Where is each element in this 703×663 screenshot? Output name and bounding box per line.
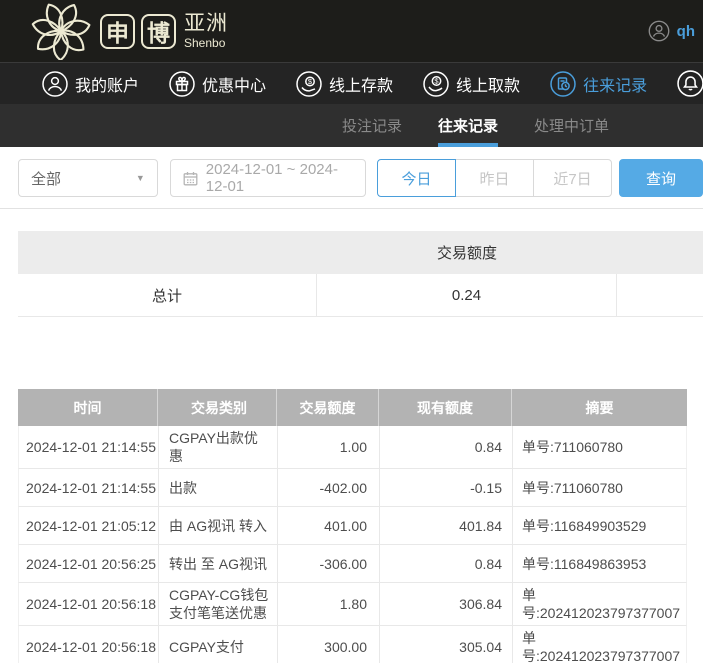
withdraw-icon: $ [423,71,449,97]
calendar-icon [183,171,198,186]
cell-balance: -0.15 [380,469,513,506]
last7days-button[interactable]: 近7日 [533,159,612,197]
summary-total-label: 总计 [18,274,317,316]
cell-balance: 0.84 [380,426,513,468]
cell-time: 2024-12-01 21:14:55 [19,426,159,468]
summary-total-value: 0.24 [317,274,617,316]
cell-time: 2024-12-01 20:56:25 [19,545,159,582]
cell-summary: 单号:116849903529 [513,507,686,544]
today-button[interactable]: 今日 [377,159,456,197]
notification-bell-icon[interactable] [677,70,703,97]
nav-item-label: 往来记录 [583,72,647,96]
cell-amount: 1.00 [278,426,380,468]
cell-time: 2024-12-01 20:56:18 [19,583,159,625]
table-header-row: 时间 交易类别 交易额度 现有额度 摘要 [18,389,687,426]
nav-item-label: 我的账户 [75,72,139,96]
cell-summary: 单号:711060780 [513,426,686,468]
brand-logo: 申 博 亚洲 Shenbo [28,2,228,60]
brand-char-bo: 博 [141,14,176,49]
nav-item-deposit[interactable]: $ 线上存款 [296,71,393,97]
cell-balance: 401.84 [380,507,513,544]
cell-summary: 单号:202412023797377007 [513,626,686,663]
cell-type: CGPAY出款优惠 [159,426,278,468]
cell-time: 2024-12-01 20:56:18 [19,626,159,663]
tab-processing-orders[interactable]: 处理中订单 [534,104,609,147]
filter-bar: 全部 ▼ 2024-12-01 ~ 2024-12-01 今日 昨日 近7日 查… [0,147,703,209]
cell-summary: 单号:711060780 [513,469,686,506]
account-icon [42,71,68,97]
cell-time: 2024-12-01 21:14:55 [19,469,159,506]
quick-range-group: 今日 昨日 近7日 [377,159,612,197]
nav-item-label: 线上取款 [456,72,520,96]
nav-item-records[interactable]: 往来记录 [550,71,647,97]
nav-item-promotions[interactable]: 优惠中心 [169,71,266,97]
table-row: 2024-12-01 21:14:55 CGPAY出款优惠 1.00 0.84 … [18,426,687,469]
table-row: 2024-12-01 21:05:12 由 AG视讯 转入 401.00 401… [18,507,687,545]
summary-table: 交易额度 总计 0.24 [18,231,703,317]
cell-summary: 单号:116849863953 [513,545,686,582]
top-header: 申 博 亚洲 Shenbo qh [0,0,703,62]
cell-type: 由 AG视讯 转入 [159,507,278,544]
page: 申 博 亚洲 Shenbo qh 我的账户 [0,0,703,663]
summary-total-row: 总计 0.24 [18,274,703,317]
nav-item-withdraw[interactable]: $ 线上取款 [423,71,520,97]
summary-header-row: 交易额度 [18,231,703,274]
cell-amount: 1.80 [278,583,380,625]
date-range-input[interactable]: 2024-12-01 ~ 2024-12-01 [170,159,366,197]
gift-icon [169,71,195,97]
type-select-value: 全部 [31,168,61,189]
cell-type: 出款 [159,469,278,506]
deposit-icon: $ [296,71,322,97]
col-header-time: 时间 [18,389,158,426]
main-nav: 我的账户 优惠中心 $ 线上存款 [0,62,703,104]
transactions-table: 时间 交易类别 交易额度 现有额度 摘要 2024-12-01 21:14:55… [18,389,687,663]
cell-amount: 300.00 [278,626,380,663]
cell-amount: 401.00 [278,507,380,544]
nav-item-label: 线上存款 [329,72,393,96]
records-icon [550,71,576,97]
tab-betting-records[interactable]: 投注记录 [342,104,402,147]
col-header-balance: 现有额度 [379,389,512,426]
type-select[interactable]: 全部 ▼ [18,159,158,197]
brand-subtitle: Shenbo [184,37,228,49]
sub-nav: 投注记录 往来记录 处理中订单 [0,104,703,147]
cell-type: CGPAY支付 [159,626,278,663]
brand-char-shen: 申 [100,14,135,49]
cell-balance: 306.84 [380,583,513,625]
cell-summary: 单号:202412023797377007 [513,583,686,625]
user-box[interactable]: qh [648,20,695,42]
username[interactable]: qh [677,23,695,40]
col-header-amount: 交易额度 [277,389,379,426]
chevron-down-icon: ▼ [136,173,145,183]
cell-amount: -402.00 [278,469,380,506]
cell-type: CGPAY-CG钱包支付笔笔送优惠 [159,583,278,625]
brand-region: 亚洲 [184,13,228,34]
cell-type: 转出 至 AG视讯 [159,545,278,582]
nav-item-label: 优惠中心 [202,72,266,96]
summary-header-label: 交易额度 [317,242,617,263]
search-button[interactable]: 查询 [619,159,703,197]
nav-item-my-account[interactable]: 我的账户 [42,71,139,97]
table-row: 2024-12-01 20:56:18 CGPAY支付 300.00 305.0… [18,626,687,663]
date-range-value: 2024-12-01 ~ 2024-12-01 [206,161,353,195]
table-row: 2024-12-01 21:14:55 出款 -402.00 -0.15 单号:… [18,469,687,507]
cell-time: 2024-12-01 21:05:12 [19,507,159,544]
brand-text: 亚洲 Shenbo [184,13,228,49]
cell-balance: 0.84 [380,545,513,582]
cell-balance: 305.04 [380,626,513,663]
table-row: 2024-12-01 20:56:18 CGPAY-CG钱包支付笔笔送优惠 1.… [18,583,687,626]
flower-logo-icon [28,2,94,60]
yesterday-button[interactable]: 昨日 [455,159,534,197]
col-header-type: 交易类别 [158,389,277,426]
table-row: 2024-12-01 20:56:25 转出 至 AG视讯 -306.00 0.… [18,545,687,583]
tab-transaction-records[interactable]: 往来记录 [438,104,498,147]
cell-amount: -306.00 [278,545,380,582]
user-avatar-icon [648,20,670,42]
col-header-summary: 摘要 [512,389,687,426]
